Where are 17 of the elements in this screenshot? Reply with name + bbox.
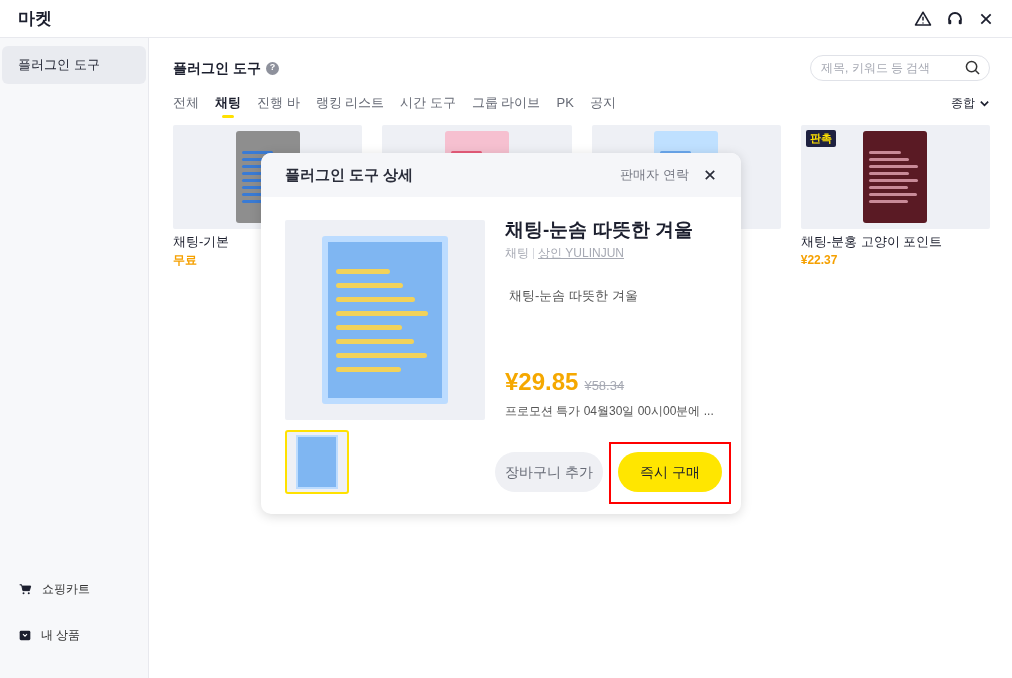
card-title: 채팅-분홍 고양이 포인트 [800,233,944,251]
product-description: 채팅-눈솜 따뜻한 겨울 [509,287,639,305]
section-title: 플러그인 도구 [173,58,261,78]
sale-price: ¥29.85 [505,367,579,397]
original-price: ¥58.34 [584,377,625,395]
card-title: 채팅-기본 [173,233,231,251]
sidebar-link: 쇼핑카트 [42,581,90,598]
sidebar-link: 내 상품 [41,627,81,644]
card-price: 무료 [173,252,198,269]
promotion-text: 프로모션 특가 04월30일 00시00분에 ... [505,403,715,420]
dialog-title: 플러그인 도구 상세 [285,164,414,185]
card-price: ¥22.37 [800,252,839,269]
product-category: 채팅 [505,245,529,262]
product-title: 채팅-눈솜 따뜻한 겨울 [505,218,694,242]
window-title: 마켓 [18,7,52,30]
help-icon: ? [265,61,279,75]
promo-badge: 판촉 [805,130,836,147]
